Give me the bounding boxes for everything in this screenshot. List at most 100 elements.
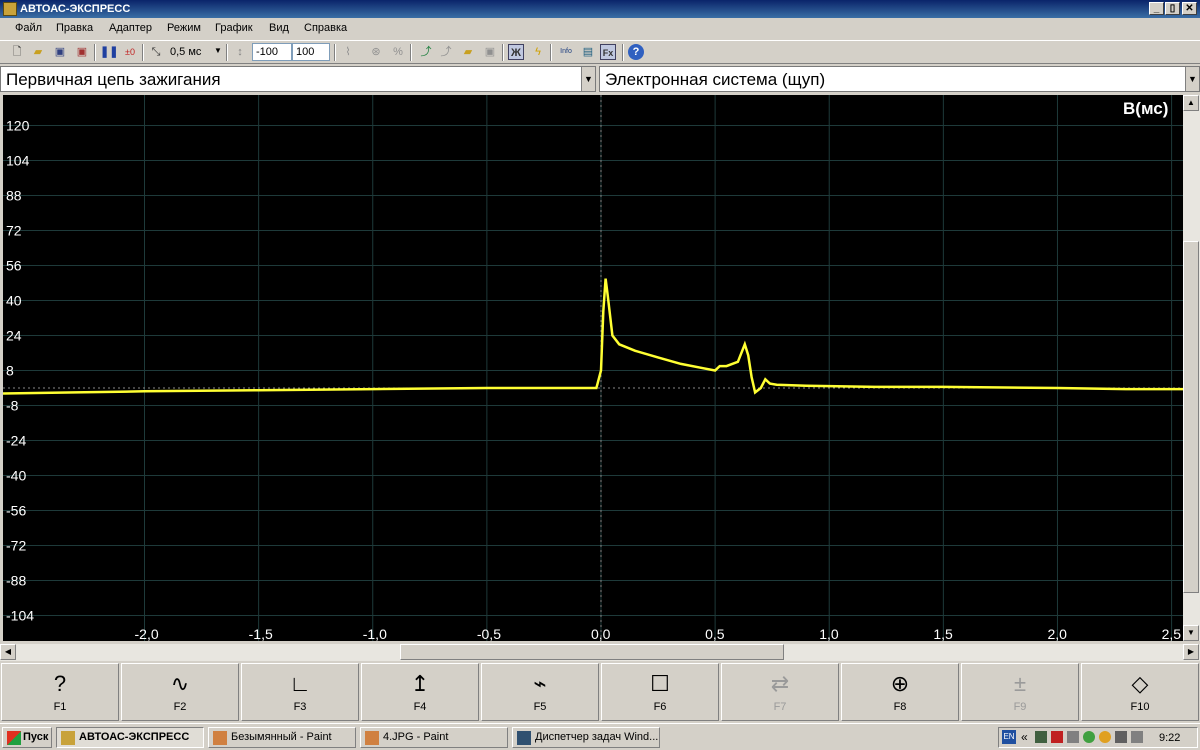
fkey-f9-button[interactable]: ± F9 (961, 663, 1079, 721)
vertical-scroll-thumb[interactable] (1183, 241, 1199, 593)
axis-y-icon: ↥ (410, 671, 430, 696)
wireless-icon[interactable] (1067, 731, 1079, 743)
trigger-icon[interactable]: ⌇ (340, 44, 356, 60)
system-select[interactable]: Электронная система (щуп) ▼ (599, 66, 1200, 92)
help-icon[interactable]: ? (628, 44, 644, 60)
task-label: 4.JPG - Paint (383, 731, 449, 743)
menu-help[interactable]: Справка (304, 22, 347, 34)
percent-icon[interactable]: % (390, 44, 406, 60)
language-indicator[interactable]: EN (1002, 730, 1016, 744)
curve-compare-icon[interactable]: ⤴ (438, 44, 454, 60)
windows-logo-icon (7, 731, 21, 745)
horizontal-scroll-thumb[interactable] (400, 644, 784, 660)
circuit-select-value: Первичная цепь зажигания (6, 70, 221, 89)
menu-adapter[interactable]: Адаптер (109, 22, 152, 34)
fkey-label: F7 (773, 701, 787, 713)
menu-edit[interactable]: Правка (56, 22, 93, 34)
volume-icon[interactable] (1131, 731, 1143, 743)
save-as-icon[interactable]: ▣ (74, 44, 90, 60)
adapter-icon[interactable]: ▤ (580, 44, 596, 60)
x-tick-label: 0,0 (591, 626, 611, 641)
open-folder-icon[interactable]: ▰ (30, 44, 46, 60)
circuit-select[interactable]: Первичная цепь зажигания ▼ (0, 66, 596, 92)
fkey-f4-button[interactable]: ↥ F4 (361, 663, 479, 721)
timebase-select[interactable]: 0,5 мс (170, 46, 201, 58)
timebase-dropdown-icon[interactable]: ▼ (214, 46, 222, 55)
menu-graph[interactable]: График (215, 22, 253, 34)
x-tick-label: -2,0 (135, 626, 159, 641)
fkey-f2-button[interactable]: ∿ F2 (121, 663, 239, 721)
torrent-icon[interactable] (1099, 731, 1111, 743)
y-max-input[interactable]: 100 (292, 43, 330, 61)
fx-button[interactable]: Fx (600, 44, 616, 60)
save-icon[interactable]: ▣ (52, 44, 68, 60)
fkey-f3-button[interactable]: ∟ F3 (241, 663, 359, 721)
fkey-f8-button[interactable]: ⊕ F8 (841, 663, 959, 721)
minimize-button[interactable]: _ (1149, 2, 1164, 15)
y-min-input[interactable]: -100 (252, 43, 292, 61)
x-tick-label: 1,5 (933, 626, 953, 641)
stop-icon: ☐ (650, 671, 670, 696)
task-taskmanager[interactable]: Диспетчер задач Wind... (512, 727, 660, 748)
vertical-scrollbar[interactable]: ▲ ▼ (1183, 95, 1200, 641)
sync-icon[interactable]: ⊛ (368, 44, 384, 60)
x-tick-label: 1,0 (819, 626, 839, 641)
close-button[interactable]: ✕ (1182, 2, 1197, 15)
fkey-f1-button[interactable]: ? F1 (1, 663, 119, 721)
fkey-label: F9 (1013, 701, 1027, 713)
timebase-icon: ⤡ (151, 46, 161, 58)
scroll-right-icon[interactable]: ▶ (1183, 644, 1199, 660)
new-file-icon[interactable]: 🗋 (9, 44, 25, 60)
fkey-f5-button[interactable]: ⌁ F5 (481, 663, 599, 721)
network-icon[interactable] (1035, 731, 1047, 743)
scroll-down-icon[interactable]: ▼ (1183, 625, 1199, 641)
open-record-icon[interactable]: ▰ (460, 44, 476, 60)
y-tick-label: -72 (6, 538, 26, 554)
info-button[interactable]: Info (558, 44, 574, 60)
task-paint-untitled[interactable]: Безымянный - Paint (208, 727, 356, 748)
taskbar: Пуск АВТОАС-ЭКСПРЕСС Безымянный - Paint … (0, 723, 1200, 750)
pdf-icon[interactable] (1051, 731, 1063, 743)
x-tick-label: 2,0 (1047, 626, 1067, 641)
y-tick-label: 40 (6, 293, 22, 309)
exit-icon: ◇ (1131, 671, 1149, 696)
fkey-label: F6 (653, 701, 667, 713)
fkey-label: F8 (893, 701, 907, 713)
scroll-up-icon[interactable]: ▲ (1183, 95, 1199, 111)
pause-icon[interactable]: ❚❚ (100, 44, 118, 60)
fkey-label: F4 (413, 701, 427, 713)
chevron-down-icon[interactable]: ▼ (1185, 67, 1199, 91)
task-paint-4jpg[interactable]: 4.JPG - Paint (360, 727, 508, 748)
scroll-left-icon[interactable]: ◀ (0, 644, 16, 660)
security-icon[interactable] (1083, 731, 1095, 743)
x-tick-label: 0,5 (705, 626, 725, 641)
task-autoas[interactable]: АВТОАС-ЭКСПРЕСС (56, 727, 204, 748)
y-tick-label: 88 (6, 188, 22, 204)
waveform-chart: 120 104 88 72 56 40 24 8 -8 -24 -40 -56 -72 -88 -104 -2… (3, 95, 1183, 641)
curve-icon[interactable]: ⤴ (418, 44, 434, 60)
menu-mode[interactable]: Режим (167, 22, 201, 34)
chevron-down-icon[interactable]: ▼ (581, 67, 595, 91)
start-label: Пуск (23, 731, 49, 743)
fkey-label: F10 (1130, 701, 1150, 713)
fkey-f10-button[interactable]: ◇ F10 (1081, 663, 1199, 721)
fkey-f7-button[interactable]: ⇄ F7 (721, 663, 839, 721)
device-icon[interactable] (1115, 731, 1127, 743)
horizontal-scrollbar[interactable]: ◀ ▶ (0, 644, 1200, 661)
toolbar-separator (94, 44, 96, 61)
oscilloscope-plot[interactable]: 120 104 88 72 56 40 24 8 -8 -24 -40 -56 -72 -88 -104 -2… (3, 95, 1183, 641)
maximize-button[interactable]: ▯ (1165, 2, 1180, 15)
zero-icon[interactable]: ±0 (122, 44, 138, 60)
save-record-icon[interactable]: ▣ (482, 44, 498, 60)
menu-view[interactable]: Вид (269, 22, 289, 34)
tray-expand-icon[interactable]: « (1021, 730, 1028, 744)
x-tick-label: -0,5 (477, 626, 501, 641)
bold-mode-button[interactable]: Ж (508, 44, 524, 60)
start-button[interactable]: Пуск (2, 727, 52, 748)
task-manager-icon (517, 731, 531, 745)
fkey-label: F1 (53, 701, 67, 713)
menu-file[interactable]: Файл (15, 22, 42, 34)
fkey-f6-button[interactable]: ☐ F6 (601, 663, 719, 721)
lightning-icon[interactable]: ϟ (530, 44, 546, 60)
function-key-bar: ? F1 ∿ F2 ∟ F3 ↥ F4 ⌁ F5 ☐ F6 ⇄ F7 ⊕ F8 ± F9 ◇ F10 (0, 661, 1200, 723)
